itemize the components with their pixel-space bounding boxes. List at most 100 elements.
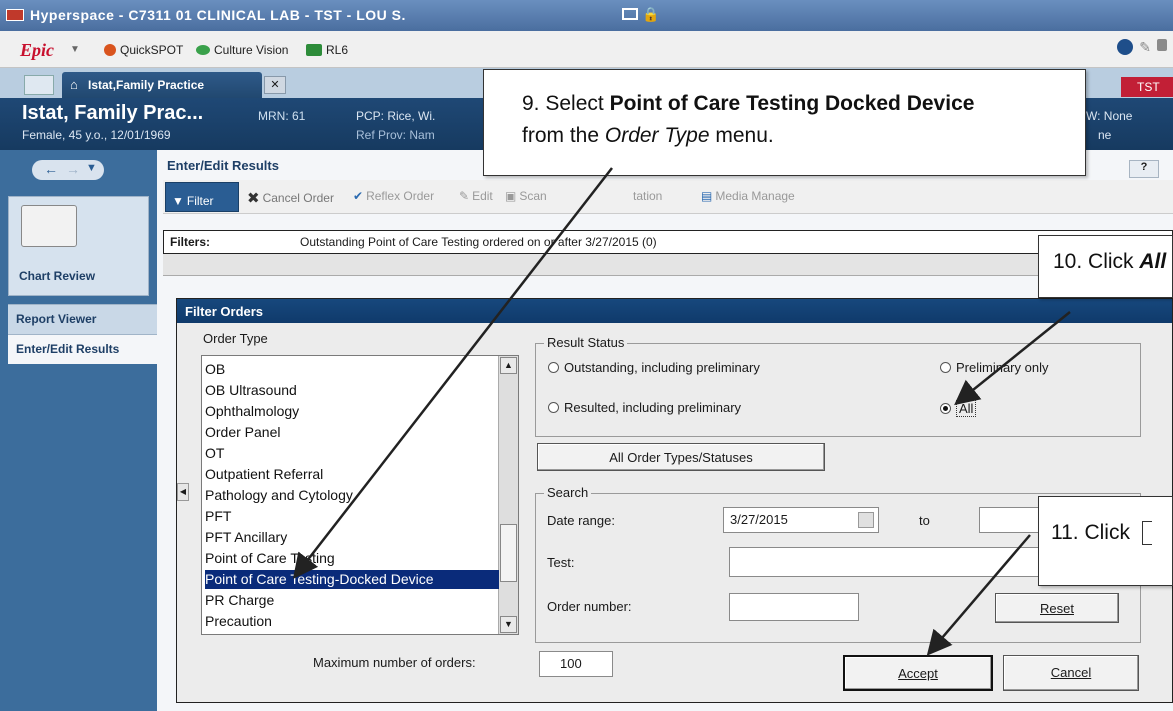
help-icon[interactable] [1117, 39, 1134, 55]
calendar-icon[interactable] [858, 512, 874, 528]
order-type-item[interactable]: Outpatient Referral [205, 465, 499, 484]
filters-bar: Filters: Outstanding Point of Care Testi… [163, 230, 1173, 254]
callout-step-9-line-1: 9. Select Point of Care Testing Docked D… [522, 92, 975, 115]
patient-extra: ne [1098, 128, 1112, 142]
x-icon: ✖ [247, 190, 260, 207]
search-label: Search [544, 485, 592, 500]
scroll-up-icon[interactable]: ▲ [500, 357, 517, 374]
result-status-label: Result Status [544, 335, 628, 350]
filter-button[interactable]: ▼ Filter [165, 182, 239, 212]
toolbar-right-icons: ✎ [1117, 39, 1167, 56]
accept-button[interactable]: Accept [843, 655, 993, 691]
results-grid-header [163, 254, 1173, 276]
scroll-down-icon[interactable]: ▼ [500, 616, 517, 633]
culture-vision-button[interactable]: Culture Vision [196, 43, 288, 57]
max-orders-input[interactable]: 100 [539, 651, 613, 677]
order-type-item[interactable]: PFT [205, 507, 499, 526]
hyperspace-icon [6, 9, 24, 21]
order-type-item[interactable]: Point of Care Testing-Docked Device [205, 570, 499, 589]
radio-resulted[interactable]: Resulted, including preliminary [548, 400, 741, 415]
callout-step-9-line-2: from the Order Type menu. [522, 124, 774, 147]
radio-outstanding[interactable]: Outstanding, including preliminary [548, 360, 760, 375]
callout-step-9: 9. Select Point of Care Testing Docked D… [483, 69, 1086, 176]
nav-enter-edit-results[interactable]: Enter/Edit Results [8, 334, 157, 364]
order-type-item[interactable]: Pathology and Cytology [205, 486, 499, 505]
order-type-item[interactable]: Point of Care Testing [205, 549, 499, 568]
media-manager-button[interactable]: ▤ Media Manage [701, 189, 795, 203]
patient-ref-prov[interactable]: Ref Prov: Nam [356, 128, 435, 142]
patient-pcp[interactable]: PCP: Rice, Wi. [356, 109, 435, 123]
print-icon[interactable] [1157, 39, 1167, 51]
order-type-item[interactable]: Precaution [205, 612, 499, 631]
epic-toolbar: Epic ▼ QuickSPOT Culture Vision RL6 ✎ [0, 31, 1173, 68]
chart-review-label: Chart Review [19, 269, 96, 283]
order-type-item[interactable]: OT [205, 444, 499, 463]
quickspot-icon [104, 44, 116, 56]
quickspot-button[interactable]: QuickSPOT [104, 43, 183, 57]
radio-button-selected[interactable] [940, 403, 951, 414]
test-label: Test: [547, 555, 575, 570]
help-button[interactable]: ? [1129, 160, 1159, 178]
filters-label: Filters: [170, 235, 211, 249]
left-scroll-arrow-icon[interactable]: ◀ [177, 483, 189, 501]
scan-button[interactable]: ▣ Scan [505, 189, 547, 203]
chevron-down-icon[interactable]: ▼ [70, 44, 80, 55]
environment-badge: TST [1121, 77, 1173, 97]
nav-back-forward[interactable]: ← → ▼ [32, 160, 104, 180]
radio-all[interactable]: All [940, 400, 977, 417]
order-type-item[interactable]: PFT Ancillary [205, 528, 499, 547]
date-from-input[interactable]: 3/27/2015 [723, 507, 879, 533]
edit-button[interactable]: ✎ Edit [459, 189, 493, 203]
radio-button[interactable] [548, 362, 559, 373]
epic-menu-button[interactable]: Epic [20, 40, 54, 61]
cancel-order-button[interactable]: ✖ Cancel Order [247, 189, 334, 207]
order-type-scrollbar[interactable]: ▲ ▼ [498, 356, 518, 634]
order-type-item[interactable]: Order Panel [205, 423, 499, 442]
rl6-button[interactable]: RL6 [306, 43, 348, 57]
order-type-item[interactable]: OB [205, 360, 499, 379]
title-bar: Hyperspace - C7311 01 CLINICAL LAB - TST… [0, 0, 1173, 31]
to-label: to [919, 513, 930, 528]
cancel-button[interactable]: Cancel [1003, 655, 1139, 691]
scan-icon: ▣ [505, 189, 517, 203]
chart-review-button[interactable]: Chart Review [8, 196, 149, 296]
nav-report-viewer[interactable]: Report Viewer [8, 304, 157, 334]
message-icon[interactable] [622, 8, 638, 20]
back-arrow-icon[interactable]: ← [44, 161, 58, 177]
order-type-list[interactable]: ▲ ▼ OB OB Ultrasound Ophthalmology Order Pa… [201, 355, 519, 635]
nav-dropdown-icon[interactable]: ▼ [86, 162, 97, 174]
close-icon[interactable]: ✕ [264, 76, 286, 94]
station-button[interactable]: tation [633, 189, 662, 203]
home-tab[interactable] [24, 75, 54, 95]
filter-orders-dialog: Filter Orders Order Type ◀ ▲ ▼ OB OB Ultr… [176, 298, 1173, 703]
pencil-icon: ✎ [459, 189, 470, 203]
reflex-order-button[interactable]: ✔ Reflex Order [353, 189, 434, 203]
order-type-item[interactable]: Ophthalmology [205, 402, 499, 421]
radio-button[interactable] [548, 402, 559, 413]
forward-arrow-icon[interactable]: → [66, 161, 80, 177]
results-toolbar: ▼ Filter ✖ Cancel Order ✔ Reflex Order ✎… [163, 180, 1173, 214]
patient-demographics: Female, 45 y.o., 12/01/1969 [22, 128, 171, 142]
scroll-thumb[interactable] [500, 524, 517, 582]
radio-preliminary-only[interactable]: Preliminary only [940, 360, 1048, 375]
dialog-title: Filter Orders [177, 299, 1172, 323]
callout-step-10: 10. Click All [1038, 235, 1173, 298]
tools-icon[interactable]: ✎ [1139, 39, 1151, 56]
order-type-item[interactable]: PR Charge [205, 591, 499, 610]
order-number-input[interactable] [729, 593, 859, 621]
patient-mrn: MRN: 61 [258, 109, 306, 123]
window-title: Hyperspace - C7311 01 CLINICAL LAB - TST… [30, 7, 406, 23]
order-type-label: Order Type [203, 331, 268, 346]
order-type-item[interactable]: OB Ultrasound [205, 381, 499, 400]
radio-button[interactable] [940, 362, 951, 373]
patient-name: Istat, Family Prac... [22, 102, 204, 124]
reset-button[interactable]: Reset [995, 593, 1119, 623]
tab-patient[interactable]: ⌂ Istat,Family Practice [62, 72, 262, 98]
rl6-icon [306, 44, 322, 56]
all-order-types-button[interactable]: All Order Types/Statuses [537, 443, 825, 471]
home-icon: ⌂ [70, 77, 78, 92]
lock-icon[interactable]: 🔒 [642, 6, 659, 23]
media-icon: ▤ [701, 189, 713, 203]
order-number-label: Order number: [547, 599, 632, 614]
max-orders-label: Maximum number of orders: [313, 655, 476, 670]
